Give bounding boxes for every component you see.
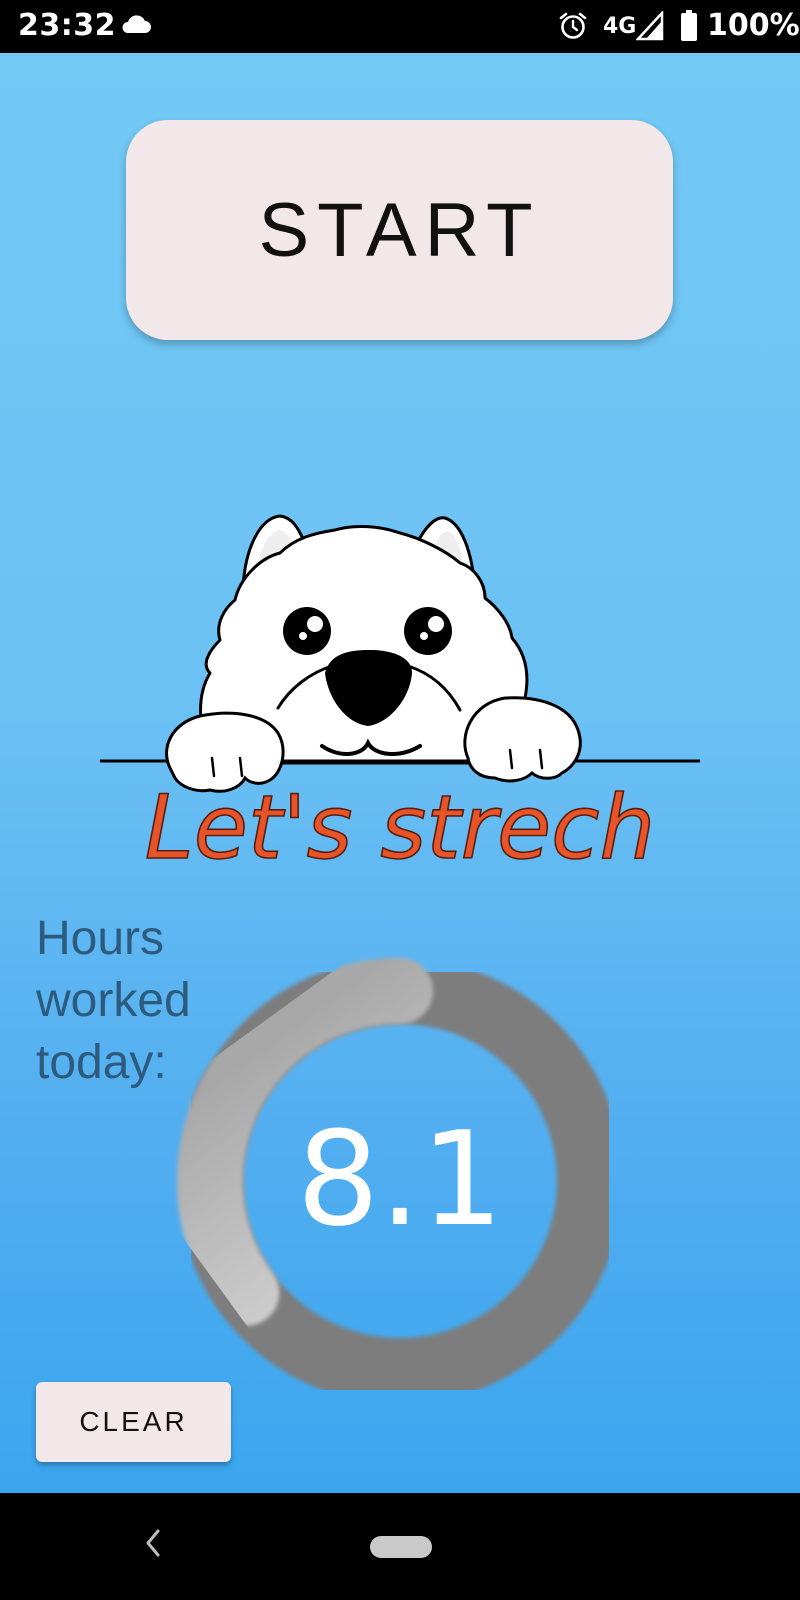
cloud-icon [122,15,151,33]
back-icon[interactable] [140,1523,164,1563]
slogan-text: Let's strech [145,776,656,879]
network-type: 4G [603,14,637,39]
start-button[interactable]: START [126,120,673,340]
hours-worked-value: 8.1 [296,1103,504,1255]
status-time: 23:32 [18,8,116,43]
battery-percent: 100% [707,8,800,43]
navigation-bar [0,1493,800,1600]
status-bar: 23:32 4G 100% [0,0,800,53]
app-screen: START Let's strech Hours worked today: 8… [0,53,800,1493]
clear-button[interactable]: CLEAR [36,1382,231,1462]
home-pill-icon[interactable] [370,1536,432,1558]
alarm-icon [559,12,587,39]
battery-icon [681,10,697,41]
dog-mascot-illustration: Let's strech [100,514,700,880]
signal-icon [636,11,664,41]
